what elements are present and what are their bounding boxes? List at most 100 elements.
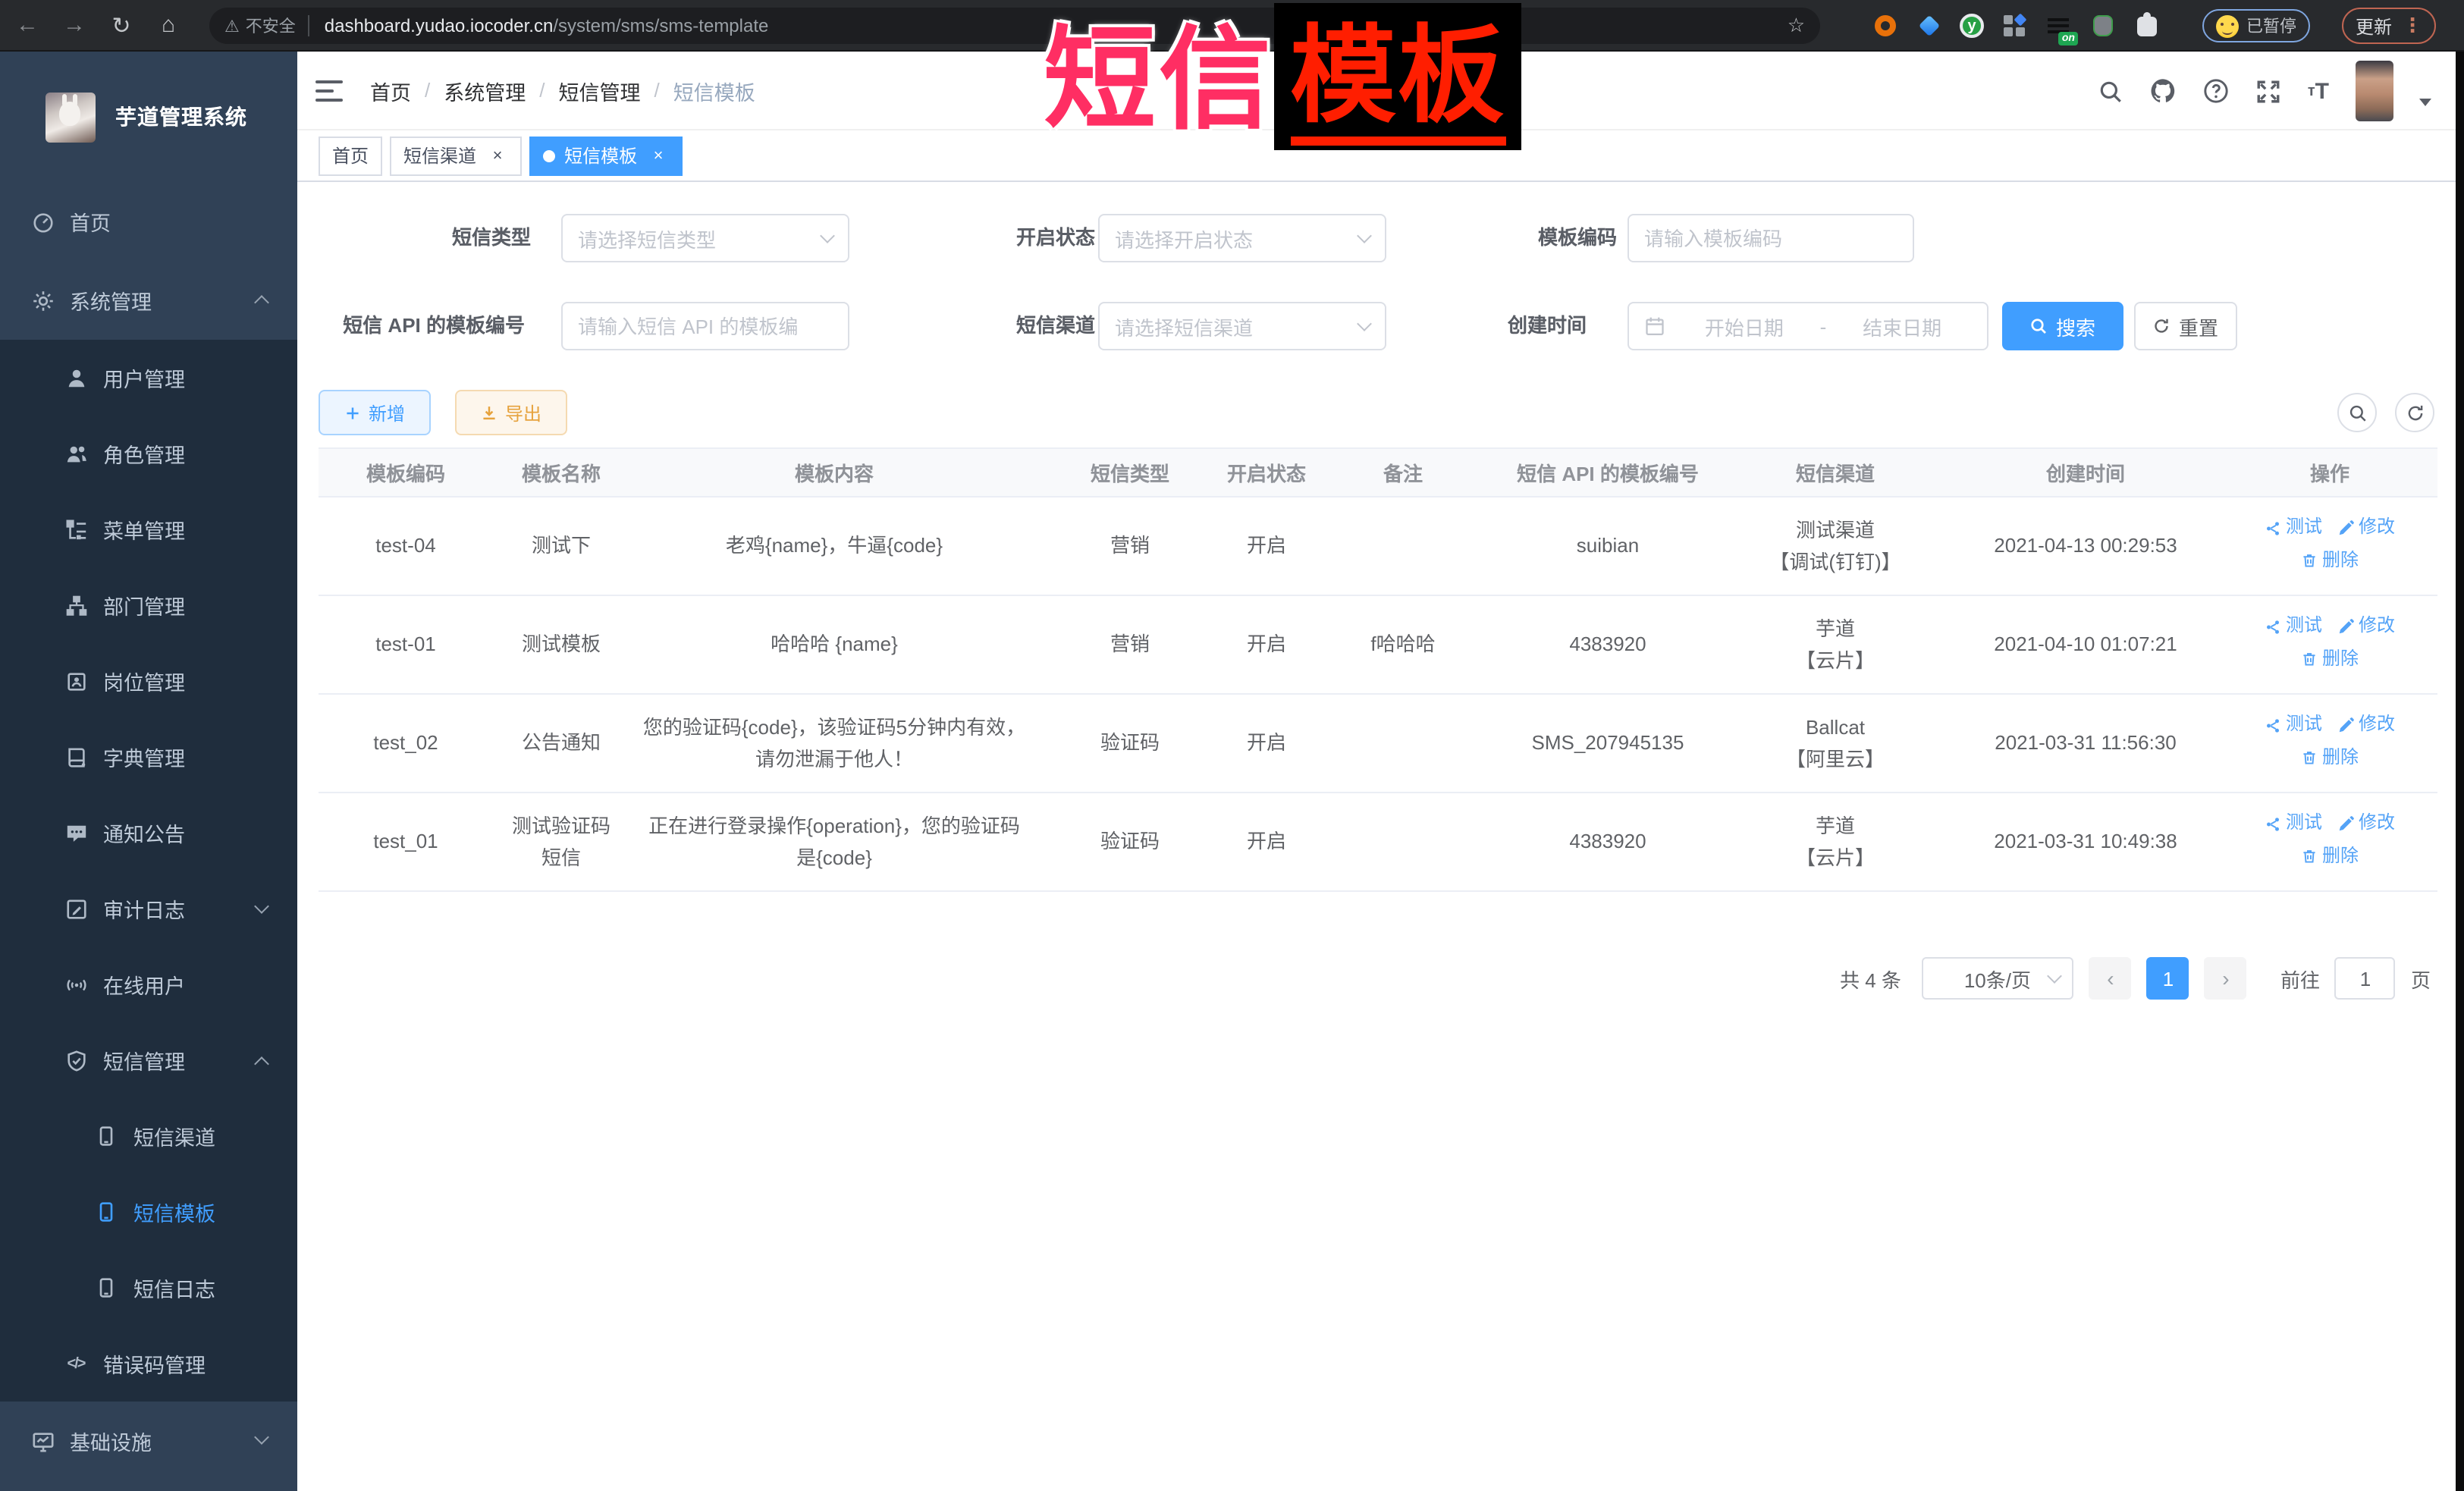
browser-forward-icon[interactable]: →	[55, 5, 94, 45]
browser-home-icon[interactable]: ⌂	[149, 5, 188, 45]
template-code-label: 模板编码	[1474, 214, 1617, 262]
sidebar-item-system[interactable]: 系统管理	[0, 261, 297, 340]
sidebar-item-sms-management[interactable]: 短信管理	[0, 1022, 297, 1098]
active-dot-icon	[543, 149, 555, 162]
api-template-id-input[interactable]	[561, 302, 849, 350]
edit-log-icon	[64, 896, 88, 921]
main-content: 首页 / 系统管理 / 短信管理 / 短信模板	[297, 52, 2464, 1491]
profile-paused-chip[interactable]: 已暂停	[2202, 9, 2310, 42]
tag-sms-channel[interactable]: 短信渠道 ×	[390, 136, 522, 175]
chevron-down-icon	[1357, 316, 1372, 331]
sidebar-item-departments[interactable]: 部门管理	[0, 567, 297, 643]
sidebar-item-audit-log[interactable]: 审计日志	[0, 871, 297, 946]
sidebar-item-home[interactable]: 首页	[0, 182, 297, 261]
add-button[interactable]: 新增	[319, 390, 431, 435]
app-logo	[46, 92, 96, 142]
table-row: test-01 测试模板 哈哈哈 {name} 营销 开启 f哈哈哈 43839…	[319, 595, 2437, 694]
sidebar-item-notices[interactable]: 通知公告	[0, 795, 297, 871]
browser-menu-dots-icon[interactable]: ⋮	[2403, 14, 2422, 38]
chevron-down-icon	[820, 228, 835, 243]
status-select[interactable]: 请选择开启状态	[1098, 214, 1386, 262]
chevron-down-icon	[254, 1430, 269, 1445]
table-toolbar: 新增 导出	[297, 390, 2464, 435]
sidebar-item-menus[interactable]: 菜单管理	[0, 491, 297, 567]
dashboard-icon	[30, 209, 55, 234]
help-icon[interactable]	[2203, 77, 2230, 105]
delete-link[interactable]: 删除	[2301, 645, 2359, 675]
extension-monkey-icon[interactable]	[2089, 12, 2116, 39]
channel-select[interactable]: 请选择短信渠道	[1098, 302, 1386, 350]
delete-link[interactable]: 删除	[2301, 743, 2359, 774]
search-icon[interactable]	[2098, 78, 2124, 104]
test-link[interactable]: 测试	[2265, 611, 2322, 642]
sidebar-item-online-users[interactable]: 在线用户	[0, 946, 297, 1022]
sidebar-item-dictionary[interactable]: 字典管理	[0, 719, 297, 795]
close-icon[interactable]: ×	[487, 145, 508, 166]
app-title: 芋道管理系统	[115, 102, 247, 132]
end-date-placeholder: 结束日期	[1832, 312, 1972, 341]
reset-button[interactable]: 重置	[2134, 302, 2237, 350]
refresh-table-button[interactable]	[2395, 393, 2434, 432]
browser-back-icon[interactable]: ←	[8, 5, 47, 45]
breadcrumb-system[interactable]: 系统管理	[444, 75, 526, 105]
page-number-button[interactable]: 1	[2147, 957, 2189, 1000]
extension-gem-icon[interactable]	[1916, 12, 1943, 39]
extensions-puzzle-icon[interactable]	[2133, 12, 2160, 39]
browser-update-button[interactable]: 更新 ⋮	[2342, 8, 2436, 44]
breadcrumb-sms[interactable]: 短信管理	[559, 75, 641, 105]
create-time-range-picker[interactable]: 开始日期 - 结束日期	[1627, 302, 1988, 350]
address-bar[interactable]: ⚠ 不安全 dashboard.yudao.iocoder.cn /system…	[209, 8, 1820, 44]
fullscreen-icon[interactable]	[2256, 78, 2282, 104]
template-code-input[interactable]	[1627, 214, 1914, 262]
bookmark-star-icon[interactable]: ☆	[1788, 14, 1805, 38]
tag-home[interactable]: 首页	[319, 136, 382, 175]
extension-donut-icon[interactable]	[1872, 12, 1899, 39]
sidebar-collapse-icon[interactable]	[315, 80, 343, 101]
sidebar-item-infrastructure[interactable]: 基础设施	[0, 1402, 297, 1480]
test-link[interactable]: 测试	[2265, 513, 2322, 543]
next-page-button[interactable]: ›	[2205, 957, 2247, 1000]
table-row: test_02 公告通知 您的验证码{code}，该验证码5分钟内有效， 请勿泄…	[319, 694, 2437, 793]
goto-page-input[interactable]	[2335, 957, 2396, 1000]
avatar-dropdown-caret-icon[interactable]	[2418, 98, 2431, 105]
export-button[interactable]: 导出	[455, 390, 567, 435]
test-link[interactable]: 测试	[2265, 808, 2322, 839]
search-button[interactable]: 搜索	[2002, 302, 2123, 350]
user-avatar[interactable]	[2355, 61, 2393, 121]
tag-sms-template[interactable]: 短信模板 ×	[529, 136, 683, 175]
close-icon[interactable]: ×	[648, 145, 669, 166]
browser-reload-icon[interactable]: ↻	[102, 5, 141, 45]
not-secure-label: 不安全	[246, 14, 296, 38]
breadcrumb-home[interactable]: 首页	[370, 75, 411, 105]
browser-scrollbar[interactable]	[2455, 52, 2464, 1491]
edit-link[interactable]: 修改	[2337, 513, 2395, 543]
sidebar-item-sms-log[interactable]: 短信日志	[0, 1250, 297, 1326]
user-icon	[64, 366, 88, 390]
test-link[interactable]: 测试	[2265, 710, 2322, 740]
sidebar-item-error-codes[interactable]: </> 错误码管理	[0, 1326, 297, 1402]
sidebar-item-posts[interactable]: 岗位管理	[0, 643, 297, 719]
sidebar-item-sms-template[interactable]: 短信模板	[0, 1174, 297, 1250]
edit-link[interactable]: 修改	[2337, 808, 2395, 839]
sms-type-select[interactable]: 请选择短信类型	[561, 214, 849, 262]
prev-page-button[interactable]: ‹	[2089, 957, 2132, 1000]
broadcast-icon	[64, 972, 88, 997]
delete-link[interactable]: 删除	[2301, 546, 2359, 576]
app-logo-row[interactable]: 芋道管理系统	[0, 52, 297, 182]
sms-template-table: 模板编码 模板名称 模板内容 短信类型 开启状态 备注 短信 API 的模板编号…	[319, 447, 2437, 892]
sidebar-item-users[interactable]: 用户管理	[0, 340, 297, 416]
show-search-toggle-button[interactable]	[2337, 393, 2377, 432]
github-icon[interactable]	[2150, 77, 2177, 105]
status-label: 开启状态	[950, 214, 1095, 262]
delete-link[interactable]: 删除	[2301, 842, 2359, 872]
extension-list-icon[interactable]: on	[2045, 12, 2072, 39]
sidebar-item-roles[interactable]: 角色管理	[0, 416, 297, 491]
edit-link[interactable]: 修改	[2337, 611, 2395, 642]
extension-y-icon[interactable]: y	[1960, 14, 1984, 38]
extension-grid-icon[interactable]	[2001, 12, 2028, 39]
page-size-select[interactable]: 10条/页	[1923, 957, 2074, 1000]
chevron-down-icon	[2048, 968, 2063, 984]
font-size-icon[interactable]: тT	[2308, 78, 2329, 104]
edit-link[interactable]: 修改	[2337, 710, 2395, 740]
sidebar-item-sms-channel[interactable]: 短信渠道	[0, 1098, 297, 1174]
